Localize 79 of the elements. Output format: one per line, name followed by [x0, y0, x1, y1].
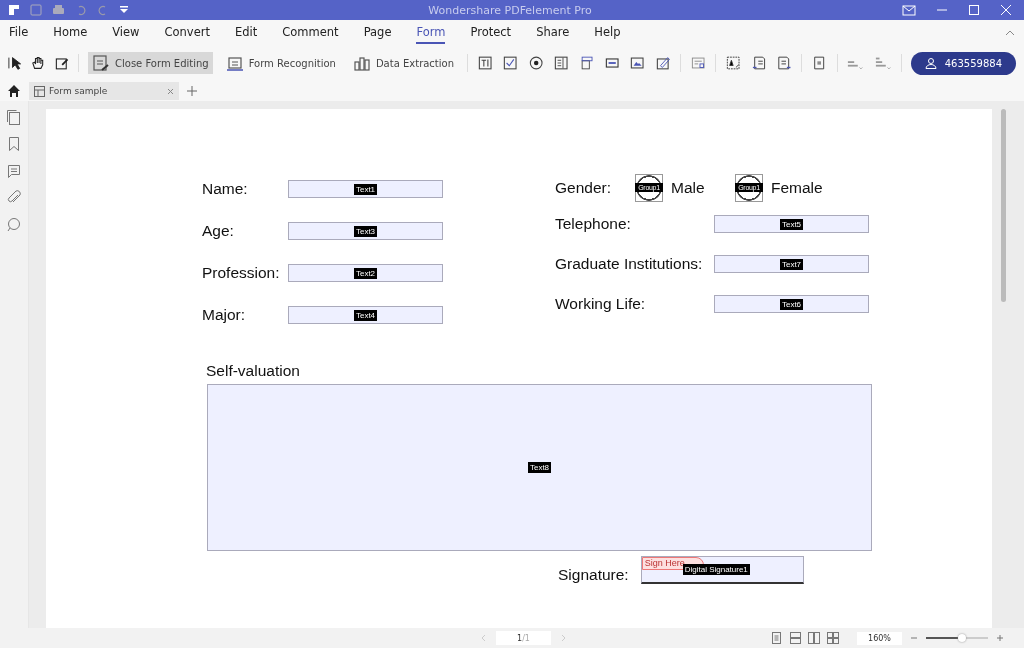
comment-icon[interactable]: [6, 163, 22, 179]
form-text-field[interactable]: Text1: [288, 180, 443, 198]
home-icon[interactable]: [7, 84, 21, 98]
zoom-in-icon[interactable]: [996, 634, 1004, 642]
option-label: Female: [771, 179, 823, 197]
text-field-tool-icon[interactable]: [477, 55, 493, 71]
two-page-icon[interactable]: [808, 632, 820, 644]
section-label: Self-valuation: [206, 362, 301, 380]
bar-chart-icon: [352, 55, 371, 71]
toolbar-button[interactable]: Close Form Editing: [88, 52, 213, 74]
mail-icon[interactable]: [902, 4, 916, 16]
hand-tool-icon[interactable]: [31, 55, 46, 71]
signature-tool-icon[interactable]: [655, 55, 670, 71]
field-label: Signature:: [558, 566, 629, 584]
window-title: Wondershare PDFelement Pro: [427, 3, 593, 17]
radio-tool-icon[interactable]: [528, 55, 544, 71]
field-label: Gender:: [555, 179, 612, 197]
single-page-icon[interactable]: [770, 632, 782, 644]
pages-icon[interactable]: [6, 109, 22, 125]
form-text-field[interactable]: Text4: [288, 306, 443, 324]
menu-item[interactable]: Help: [594, 21, 621, 44]
document-tab[interactable]: Form sample: [29, 82, 179, 100]
add-tab-icon[interactable]: [187, 86, 197, 96]
form-text-field[interactable]: Text7: [714, 255, 869, 273]
edit-tool-icon[interactable]: [54, 55, 70, 71]
search-icon[interactable]: [6, 217, 22, 233]
menu-item[interactable]: Convert: [164, 21, 210, 44]
toolbar-button[interactable]: Form Recognition: [221, 52, 340, 74]
menu-item[interactable]: Form: [416, 21, 446, 44]
option-label: Male: [671, 179, 705, 197]
form-edit-icon: [92, 55, 111, 71]
image-tool-icon[interactable]: [630, 55, 645, 71]
field-label: Graduate Institutions:: [555, 255, 704, 273]
checkbox-tool-icon[interactable]: [503, 55, 518, 71]
menu-item[interactable]: View: [112, 21, 140, 44]
form-text-field[interactable]: Text6: [714, 295, 869, 313]
app-logo-icon[interactable]: [8, 4, 20, 16]
dropdown-icon[interactable]: [119, 5, 129, 15]
grid-view-icon[interactable]: [827, 632, 839, 644]
form-text-field[interactable]: Text2: [288, 264, 443, 282]
button-tool-icon[interactable]: [604, 55, 620, 71]
field-label: Telephone:: [555, 215, 632, 233]
slider-thumb[interactable]: [957, 634, 966, 642]
field-label: Profession:: [202, 264, 281, 282]
page-number-field[interactable]: 1/1: [496, 631, 551, 645]
import-data-icon[interactable]: [751, 55, 766, 71]
field-label: Working Life:: [555, 295, 647, 313]
field-label: Name:: [202, 180, 249, 198]
list-box-tool-icon[interactable]: [554, 55, 569, 71]
print-icon[interactable]: [52, 4, 65, 16]
menu-item[interactable]: Protect: [470, 21, 512, 44]
menu-item[interactable]: Page: [363, 21, 392, 44]
menu-item[interactable]: Comment: [282, 21, 339, 44]
form-properties-icon[interactable]: [690, 55, 706, 71]
form-text-field[interactable]: Text5: [714, 215, 869, 233]
field-label: Age:: [202, 222, 235, 240]
close-icon[interactable]: [167, 87, 174, 95]
export-data-icon[interactable]: [776, 55, 792, 71]
field-label: Major:: [202, 306, 247, 324]
select-tool-icon[interactable]: [8, 55, 23, 71]
user-icon: [924, 57, 937, 69]
menu-item[interactable]: Home: [53, 21, 88, 44]
form-text-field[interactable]: Text3: [288, 222, 443, 240]
menu-item[interactable]: Edit: [235, 21, 258, 44]
distribute-icon[interactable]: [874, 55, 891, 71]
combo-box-tool-icon[interactable]: [579, 55, 594, 71]
maximize-icon[interactable]: [968, 4, 980, 16]
collapse-icon[interactable]: [1005, 29, 1015, 36]
account-button[interactable]: 463559884: [910, 51, 1016, 75]
toolbar-button[interactable]: Data Extraction: [348, 52, 459, 74]
zoom-field[interactable]: 160%: [857, 631, 902, 645]
menu-item[interactable]: Share: [536, 21, 570, 44]
bookmark-icon[interactable]: [6, 136, 22, 152]
form-icon: [34, 85, 45, 97]
scrollbar-thumb[interactable]: [1001, 109, 1006, 302]
text-area[interactable]: Text8: [207, 384, 872, 551]
form-scan-icon: [225, 55, 244, 71]
menu-item[interactable]: File: [9, 21, 29, 44]
continuous-page-icon[interactable]: [789, 632, 801, 644]
